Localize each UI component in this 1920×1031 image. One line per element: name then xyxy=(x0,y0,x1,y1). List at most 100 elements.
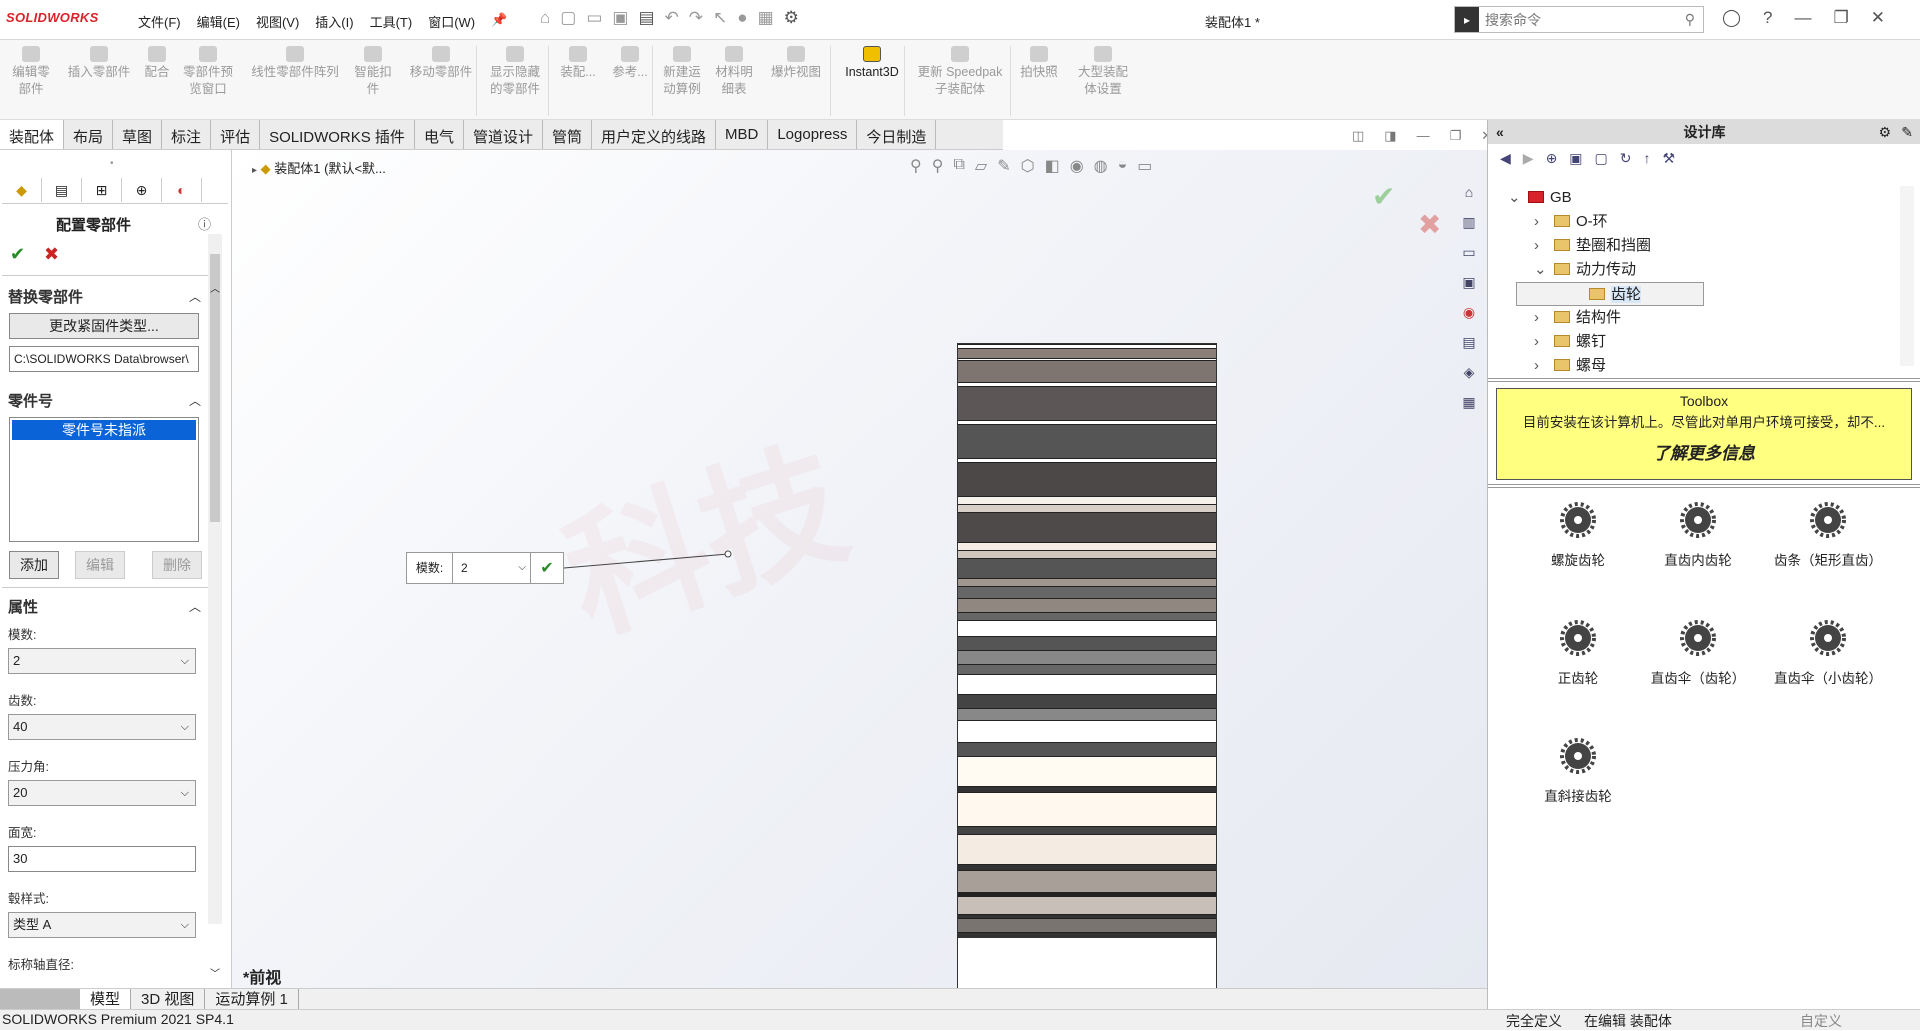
rebuild-icon[interactable]: ● xyxy=(737,8,747,28)
restore-icon[interactable]: ❐ xyxy=(1834,8,1849,28)
command-10[interactable]: 新建运 动算例 xyxy=(660,46,704,98)
open-icon[interactable]: ▭ xyxy=(586,8,602,28)
chevron-right-icon[interactable]: › xyxy=(1534,354,1554,378)
tab-7[interactable]: 管道设计 xyxy=(464,120,543,149)
pin-menu-icon[interactable]: 📌 xyxy=(491,12,507,31)
cancel-x-icon[interactable]: ✖ xyxy=(44,244,59,265)
menu-item[interactable]: 窗口(W) xyxy=(428,12,475,31)
command-2[interactable]: 配合 xyxy=(140,46,174,81)
tree-item[interactable]: ⌄ GB xyxy=(1508,186,1898,210)
tab-1[interactable]: 布局 xyxy=(64,120,114,149)
hub-style-select[interactable]: 类型 A ⌵ xyxy=(8,912,196,938)
new-document-icon[interactable]: ▢ xyxy=(560,8,576,28)
command-12[interactable]: 爆炸视图 xyxy=(768,46,824,81)
tab-0[interactable]: 装配体 xyxy=(0,120,65,149)
chevron-right-icon[interactable]: › xyxy=(1534,234,1554,258)
command-5[interactable]: 智能扣 件 xyxy=(352,46,394,98)
palette-item[interactable]: 直齿内齿轮 xyxy=(1638,500,1758,570)
chevron-down-icon[interactable]: ⌄ xyxy=(1508,186,1528,210)
splitter[interactable] xyxy=(1488,484,1920,488)
solidworks-logo[interactable]: SOLIDWORKS xyxy=(6,10,99,25)
save-icon[interactable]: ▣ xyxy=(612,8,628,28)
close-icon[interactable]: ✕ xyxy=(1871,8,1885,28)
resources-home-icon[interactable]: ⌂ xyxy=(1457,180,1481,204)
command-9[interactable]: 参考... xyxy=(608,46,652,81)
menu-item[interactable]: 文件(F) xyxy=(138,12,181,31)
palette-item[interactable]: 直齿伞（小齿轮） xyxy=(1768,618,1888,688)
callout-ok-icon[interactable]: ✔ xyxy=(531,558,563,578)
tab-10[interactable]: MBD xyxy=(716,120,769,149)
collapse-chevron-icon[interactable]: ︿ xyxy=(189,392,201,409)
command-3[interactable]: 零部件预 览窗口 xyxy=(178,46,238,98)
ok-check-icon[interactable]: ✔ xyxy=(10,244,25,265)
tree-item[interactable]: ⌄ 动力传动 xyxy=(1508,258,1898,282)
command-11[interactable]: 材料明 细表 xyxy=(712,46,756,98)
tab-12[interactable]: 今日制造 xyxy=(857,120,937,149)
solidworks-forum-icon[interactable]: ◈ xyxy=(1457,360,1481,384)
tree-item[interactable]: 齿轮 xyxy=(1516,282,1704,306)
tree-item[interactable]: › 垫圈和挡圈 xyxy=(1508,234,1898,258)
select-icon[interactable]: ↖ xyxy=(713,8,727,28)
display-manager-icon[interactable]: ◐ xyxy=(162,178,202,202)
help-circle-icon[interactable]: ⓘ xyxy=(198,214,211,233)
undo-icon[interactable]: ↶ xyxy=(665,8,679,28)
tab-9[interactable]: 用户定义的线路 xyxy=(592,120,716,149)
menu-item[interactable]: 视图(V) xyxy=(256,12,299,31)
search-input[interactable]: ▸ 搜索命令 ⚲ xyxy=(1454,6,1704,33)
palette-item[interactable]: 直斜接齿轮 xyxy=(1518,736,1638,806)
bottom-tab-1[interactable]: 3D 视图 xyxy=(131,989,206,1009)
module-callout[interactable]: 模数: 2 ⌵ ✔ xyxy=(406,552,564,584)
tree-item[interactable]: › 螺钉 xyxy=(1508,330,1898,354)
tab-8[interactable]: 管筒 xyxy=(543,120,592,149)
splitter[interactable] xyxy=(1488,378,1920,382)
confirm-cancel-icon[interactable]: ✖ xyxy=(1418,208,1441,241)
scroll-down-icon[interactable]: ﹀ xyxy=(210,965,220,980)
tab-2[interactable]: 草图 xyxy=(113,120,163,149)
feature-manager-icon[interactable]: ◆ xyxy=(2,178,42,202)
bottom-tab-0[interactable]: 模型 xyxy=(80,989,132,1009)
module-select[interactable]: 2 ⌵ xyxy=(8,648,196,674)
palette-item[interactable]: 螺旋齿轮 xyxy=(1518,500,1638,570)
viewport-split-icon[interactable]: ◨ xyxy=(1384,128,1396,144)
palette-item[interactable]: 齿条（矩形直齿） xyxy=(1768,500,1888,570)
face-width-input[interactable]: 30 xyxy=(8,846,196,872)
chevron-down-icon[interactable]: ⌄ xyxy=(1534,258,1554,282)
viewport-restore-icon[interactable]: ❐ xyxy=(1450,128,1462,144)
section-replace-components[interactable]: 替换零部件 xyxy=(8,286,83,307)
collapse-pane-icon[interactable]: « xyxy=(1496,120,1504,144)
tab-3[interactable]: 标注 xyxy=(162,120,212,149)
add-file-location-icon[interactable]: ▣ xyxy=(1569,150,1582,167)
command-1[interactable]: 插入零部件 xyxy=(60,46,138,81)
chevron-right-icon[interactable]: › xyxy=(1534,306,1554,330)
command-0[interactable]: 编辑零 部件 xyxy=(6,46,56,98)
menu-item[interactable]: 工具(T) xyxy=(370,12,413,31)
bottom-tab-2[interactable]: 运动算例 1 xyxy=(205,989,299,1009)
pane-gear-icon[interactable]: ⚙ xyxy=(1878,120,1891,144)
command-13[interactable]: Instant3D xyxy=(838,46,906,81)
back-icon[interactable]: ◀ xyxy=(1500,150,1511,167)
tree-item[interactable]: › 结构件 xyxy=(1508,306,1898,330)
section-part-number[interactable]: 零件号 xyxy=(8,390,53,411)
collapse-chevron-icon[interactable]: ︿ xyxy=(189,288,201,305)
help-icon[interactable]: ? xyxy=(1763,8,1772,28)
change-fastener-type-button[interactable]: 更改紧固件类型... xyxy=(9,313,199,339)
refresh-icon[interactable]: ↻ xyxy=(1620,150,1632,167)
up-one-level-icon[interactable]: ↑ xyxy=(1644,150,1651,167)
toolbox-icon[interactable]: ▦ xyxy=(1457,390,1481,414)
options-gear-icon[interactable]: ⚙ xyxy=(784,8,799,28)
create-folder-icon[interactable]: ▢ xyxy=(1595,150,1608,167)
status-custom[interactable]: 自定义 xyxy=(1800,1011,1842,1031)
command-15[interactable]: 拍快照 xyxy=(1016,46,1062,81)
search-icon[interactable]: ⚲ xyxy=(1685,11,1695,28)
tree-item[interactable]: › 螺母 xyxy=(1508,354,1898,378)
palette-item[interactable]: 直齿伞（齿轮） xyxy=(1638,618,1758,688)
section-properties[interactable]: 属性 xyxy=(8,596,38,617)
collapse-chevron-icon[interactable]: ︿ xyxy=(189,598,201,615)
design-library-icon[interactable]: ▥ xyxy=(1457,210,1481,234)
viewport-tile-icon[interactable]: ◫ xyxy=(1352,128,1364,144)
tree-item[interactable]: › O-环 xyxy=(1508,210,1898,234)
panel-grip-icon[interactable]: • xyxy=(110,158,114,169)
part-number-list[interactable]: 零件号未指派 xyxy=(9,417,199,542)
delete-button[interactable]: 删除 xyxy=(152,551,202,579)
edit-button[interactable]: 编辑 xyxy=(75,551,125,579)
